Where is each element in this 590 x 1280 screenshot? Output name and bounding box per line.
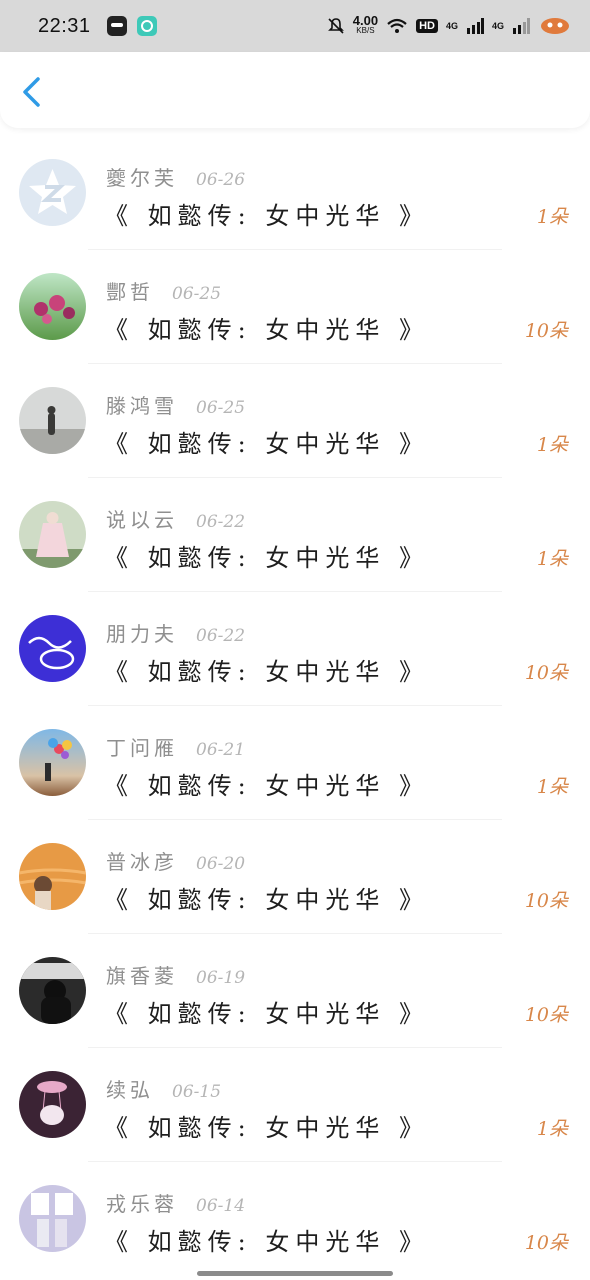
date: 06-26 — [196, 170, 246, 190]
user-name: 续弘 — [106, 1078, 154, 1102]
list-item[interactable]: 普冰彦 06-20 《 如懿传: 女中光华 》 10朵 — [0, 820, 590, 934]
book-title: 《 如懿传: 女中光华 》 — [104, 772, 429, 800]
book-title: 《 如懿传: 女中光华 》 — [104, 202, 429, 230]
avatar[interactable] — [19, 387, 86, 454]
battery-icon — [541, 18, 569, 34]
list-item[interactable]: 酆哲 06-25 《 如懿传: 女中光华 》 10朵 — [0, 250, 590, 364]
book-title: 《 如懿传: 女中光华 》 — [104, 430, 429, 458]
list-item[interactable]: 续弘 06-15 《 如懿传: 女中光华 》 1朵 — [0, 1048, 590, 1162]
mute-bell-icon — [327, 18, 344, 34]
list-item[interactable]: 丁问雁 06-21 《 如懿传: 女中光华 》 1朵 — [0, 706, 590, 820]
book-title: 《 如懿传: 女中光华 》 — [104, 1000, 429, 1028]
date: 06-21 — [196, 740, 246, 760]
user-name: 滕鸿雪 — [106, 394, 178, 418]
flower-count: 10朵 — [524, 320, 568, 342]
name-row: 滕鸿雪 06-25 — [106, 390, 245, 419]
flower-count: 10朵 — [524, 1232, 568, 1254]
home-indicator[interactable] — [197, 1271, 393, 1276]
user-name: 丁问雁 — [106, 736, 178, 760]
flower-count: 1朵 — [536, 206, 568, 228]
flower-count: 1朵 — [536, 434, 568, 456]
book-title: 《 如懿传: 女中光华 》 — [104, 886, 429, 914]
list-item[interactable]: 旗香菱 06-19 《 如懿传: 女中光华 》 10朵 — [0, 934, 590, 1048]
book-title: 《 如懿传: 女中光华 》 — [104, 544, 429, 572]
network-speed: 4.00 KB/S — [352, 13, 379, 35]
date: 06-15 — [172, 1082, 222, 1102]
status-bar: 22:31 4.00 KB/S HD 4G 4G — [0, 0, 590, 52]
avatar[interactable] — [19, 159, 86, 226]
user-name: 普冰彦 — [106, 850, 178, 874]
wifi-icon — [387, 18, 407, 33]
avatar[interactable] — [19, 843, 86, 910]
signal-icon-2 — [513, 18, 530, 34]
list-item[interactable]: 夔尔芙 06-26 《 如懿传: 女中光华 》 1朵 — [0, 136, 590, 250]
book-title: 《 如懿传: 女中光华 》 — [104, 316, 429, 344]
name-row: 夔尔芙 06-26 — [106, 162, 245, 191]
book-title: 《 如懿传: 女中光华 》 — [104, 658, 429, 686]
flower-count: 1朵 — [536, 548, 568, 570]
user-name: 旗香菱 — [106, 964, 178, 988]
name-row: 说以云 06-22 — [106, 504, 245, 533]
user-name: 说以云 — [106, 508, 178, 532]
flower-count: 10朵 — [524, 662, 568, 684]
avatar[interactable] — [19, 729, 86, 796]
signal-icon-1 — [466, 18, 484, 34]
header-bar — [0, 52, 590, 128]
list-item[interactable]: 朋力夫 06-22 《 如懿传: 女中光华 》 10朵 — [0, 592, 590, 706]
book-title: 《 如懿传: 女中光华 》 — [104, 1114, 429, 1142]
avatar[interactable] — [19, 615, 86, 682]
date: 06-25 — [196, 398, 246, 418]
notification-icons — [106, 16, 157, 36]
back-button[interactable] — [18, 76, 46, 108]
avatar[interactable] — [19, 957, 86, 1024]
network-type-1: 4G — [445, 21, 458, 31]
name-row: 朋力夫 06-22 — [106, 618, 245, 647]
flower-count: 1朵 — [536, 776, 568, 798]
status-right-icons: 4.00 KB/S HD 4G 4G — [327, 13, 572, 36]
chat-notification-icon — [136, 16, 157, 36]
avatar[interactable] — [19, 1071, 86, 1138]
date: 06-20 — [196, 854, 246, 874]
name-row: 续弘 06-15 — [106, 1074, 221, 1103]
avatar[interactable] — [19, 1185, 86, 1252]
name-row: 丁问雁 06-21 — [106, 732, 245, 761]
date: 06-19 — [196, 968, 246, 988]
avatar[interactable] — [19, 501, 86, 568]
name-row: 普冰彦 06-20 — [106, 846, 245, 875]
name-row: 戎乐蓉 06-14 — [106, 1188, 245, 1217]
date: 06-25 — [172, 284, 222, 304]
flower-count: 1朵 — [536, 1118, 568, 1140]
user-name: 夔尔芙 — [106, 166, 178, 190]
date: 06-22 — [196, 626, 246, 646]
list-item[interactable]: 说以云 06-22 《 如懿传: 女中光华 》 1朵 — [0, 478, 590, 592]
flower-count: 10朵 — [524, 890, 568, 912]
user-name: 朋力夫 — [106, 622, 178, 646]
app-notification-icon — [106, 16, 127, 36]
date: 06-14 — [196, 1196, 246, 1216]
avatar[interactable] — [19, 273, 86, 340]
list-item[interactable]: 戎乐蓉 06-14 《 如懿传: 女中光华 》 10朵 — [0, 1162, 590, 1276]
status-time: 22:31 — [38, 14, 91, 37]
gift-record-list: 夔尔芙 06-26 《 如懿传: 女中光华 》 1朵 酆哲 06-25 《 如懿… — [0, 136, 590, 1276]
network-type-2: 4G — [491, 21, 504, 31]
name-row: 酆哲 06-25 — [106, 276, 221, 305]
flower-count: 10朵 — [524, 1004, 568, 1026]
user-name: 戎乐蓉 — [106, 1192, 178, 1216]
list-item[interactable]: 滕鸿雪 06-25 《 如懿传: 女中光华 》 1朵 — [0, 364, 590, 478]
hd-badge: HD — [416, 19, 438, 33]
user-name: 酆哲 — [106, 280, 154, 304]
name-row: 旗香菱 06-19 — [106, 960, 245, 989]
book-title: 《 如懿传: 女中光华 》 — [104, 1228, 429, 1256]
date: 06-22 — [196, 512, 246, 532]
